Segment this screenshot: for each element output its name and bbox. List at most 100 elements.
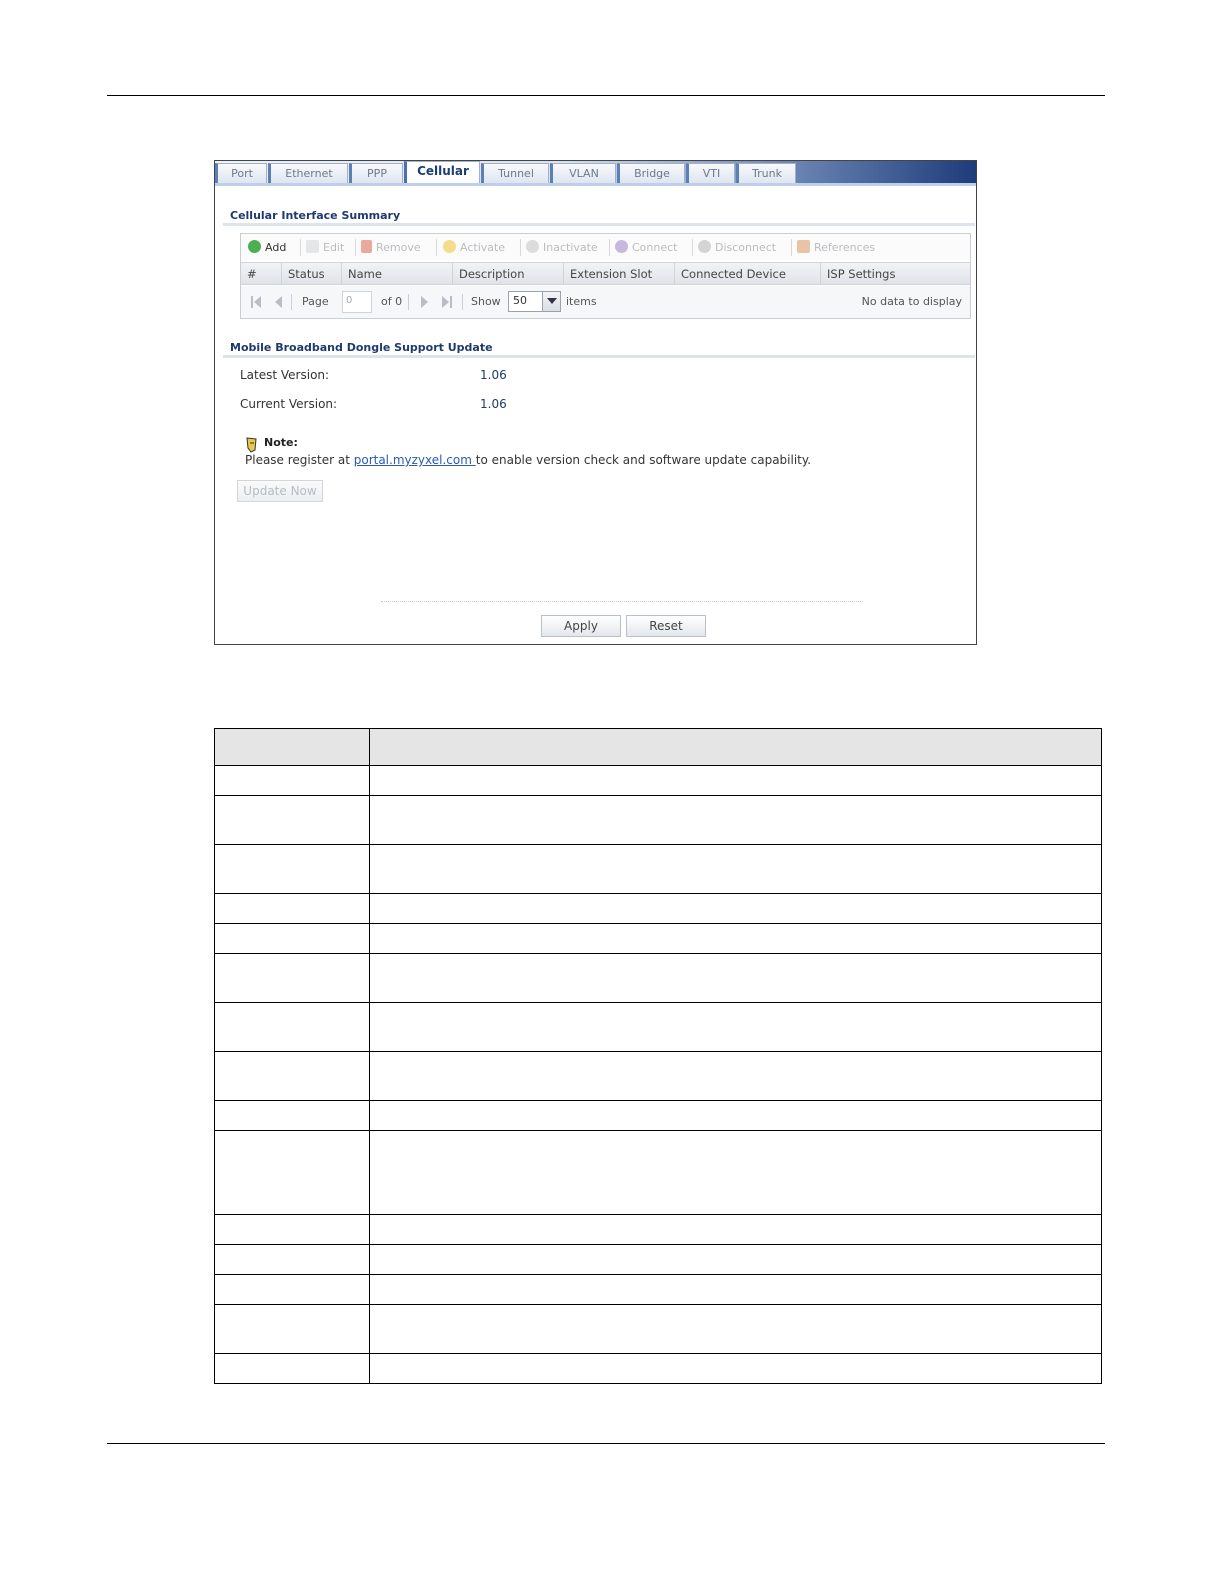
summary-divider [223,223,975,226]
last-page-icon[interactable] [442,296,449,308]
first-page-icon[interactable] [254,296,261,308]
description-cell [368,1214,1103,1245]
tab-tunnel[interactable]: Tunnel [481,163,549,183]
connect-button[interactable]: Connect [615,240,677,256]
tab-ppp[interactable]: PPP [349,163,403,183]
page-size-select[interactable]: 50 [508,291,561,312]
lightbulb-on-icon [443,240,456,253]
column-connected-device[interactable]: Connected Device [675,263,821,285]
tab-vlan[interactable]: VLAN [550,163,616,183]
table-row [214,893,1103,924]
next-page-icon[interactable] [421,296,428,308]
portal-link[interactable]: portal.myzyxel.com [354,453,476,467]
add-icon [248,240,261,253]
label-cell [214,1353,370,1384]
note-text: Please register at portal.myzyxel.com to… [245,453,811,467]
tab-port[interactable]: Port [215,163,267,183]
pager-separator [462,294,463,310]
remove-button[interactable]: Remove [361,240,421,256]
table-row [214,1130,1103,1215]
connect-icon [615,240,628,253]
description-cell [368,1051,1103,1101]
description-cell [368,1274,1103,1305]
toolbar-separator [520,239,521,256]
column-isp-settings[interactable]: ISP Settings [821,263,970,285]
description-cell [368,765,1103,796]
label-cell [214,923,370,954]
description-cell [368,1304,1103,1354]
disconnect-button[interactable]: Disconnect [698,240,776,256]
description-cell [368,893,1103,924]
tab-cellular[interactable]: Cellular [404,161,480,185]
toolbar-separator [791,239,792,256]
add-button[interactable]: Add [248,240,286,256]
table-row [214,795,1103,845]
references-button[interactable]: References [797,240,875,256]
note-icon [246,437,257,453]
prev-page-icon[interactable] [275,296,282,308]
pager-separator [291,294,292,310]
dongle-title: Mobile Broadband Dongle Support Update [230,341,493,354]
description-cell [368,1002,1103,1052]
column-name[interactable]: Name [342,263,453,285]
update-now-button[interactable]: Update Now [237,480,323,502]
label-cell [214,765,370,796]
description-cell [368,844,1103,894]
description-cell [368,1244,1103,1275]
toolbar-separator [436,239,437,256]
column-extension-slot[interactable]: Extension Slot [564,263,675,285]
latest-version-label: Latest Version: [240,368,330,382]
inactivate-button[interactable]: Inactivate [526,240,598,256]
description-cell [368,1100,1103,1131]
tab-ethernet[interactable]: Ethernet [268,163,348,183]
label-header [214,728,370,766]
items-label: items [566,295,597,308]
table-row [214,1100,1103,1131]
label-cell [214,795,370,845]
cellular-screen: Port Ethernet PPP Cellular Tunnel VLAN B… [214,160,977,645]
chevron-down-icon[interactable] [542,292,560,311]
description-cell [368,953,1103,1003]
toolbar-separator [300,239,301,256]
description-cell [368,1353,1103,1384]
table-body [214,765,1103,1384]
apply-button[interactable]: Apply [541,615,621,637]
table-row [214,1214,1103,1245]
dongle-divider [223,355,975,358]
label-cell [214,1002,370,1052]
inactivate-label: Inactivate [543,241,598,254]
disconnect-label: Disconnect [715,241,777,254]
toolbar-separator [609,239,610,256]
table-row [214,1051,1103,1101]
page-label: Page [302,295,329,308]
footer-divider [381,601,863,602]
tab-trunk[interactable]: Trunk [736,163,796,183]
current-version-label: Current Version: [240,397,338,411]
current-version-value: 1.06 [480,397,507,411]
page-input[interactable]: 0 [342,291,372,313]
tab-underline [215,183,976,186]
tab-bridge[interactable]: Bridge [617,163,685,183]
table-row [214,1244,1103,1275]
tab-vti[interactable]: VTI [686,163,735,183]
column-number[interactable]: # [241,263,282,285]
edit-button[interactable]: Edit [306,240,344,256]
trash-icon [361,240,372,253]
label-cell [214,1214,370,1245]
activate-button[interactable]: Activate [443,240,505,256]
edit-label: Edit [323,241,345,254]
column-description[interactable]: Description [453,263,564,285]
summary-title: Cellular Interface Summary [230,209,401,222]
column-status[interactable]: Status [282,263,342,285]
description-header [368,728,1103,766]
page-header-rule [107,95,1105,96]
table-row [214,953,1103,1003]
table-row [214,1274,1103,1305]
last-page-bar [450,296,452,308]
label-cell [214,844,370,894]
note-prefix: Please register at [245,453,354,467]
grid-toolbar: Add Edit Remove Activate Inactivate Conn… [241,234,970,261]
disconnect-icon [698,240,711,253]
reset-button[interactable]: Reset [626,615,706,637]
activate-label: Activate [460,241,506,254]
